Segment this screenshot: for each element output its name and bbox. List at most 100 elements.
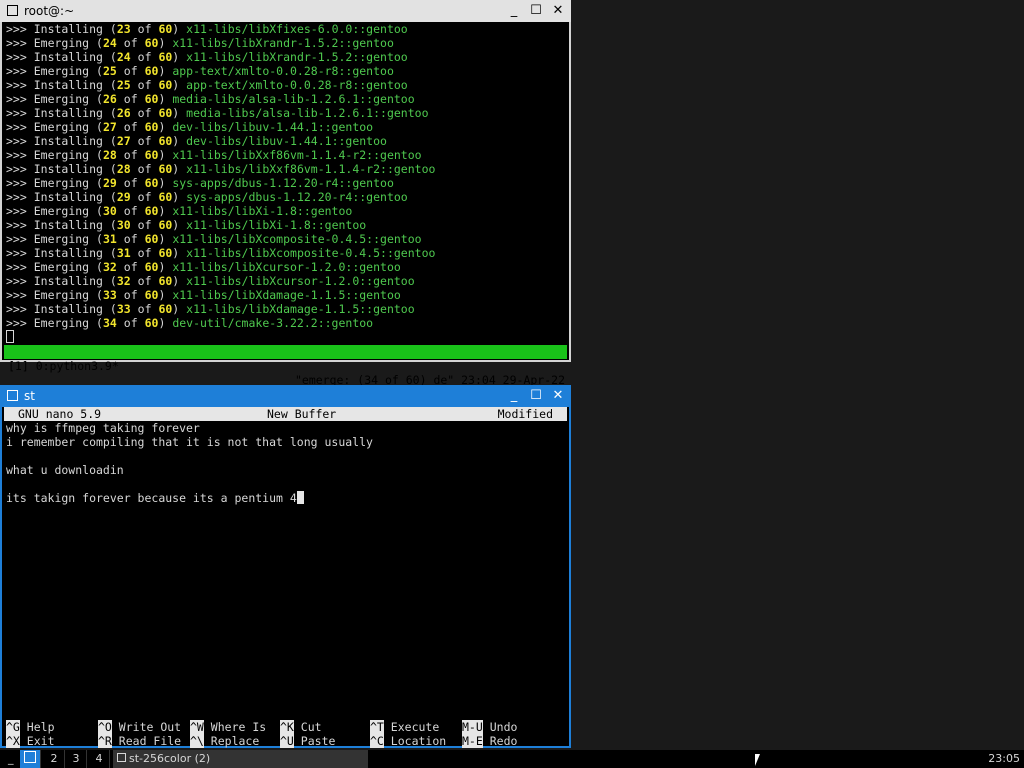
nano-shortcut[interactable]: ^U Paste [280,734,335,748]
log-open: ( [96,232,103,246]
emerge-log-line: >>> Installing (31 of 60) x11-libs/libXc… [6,246,567,260]
log-action: Emerging [33,120,90,134]
clock: 23:05 [988,752,1020,765]
terminal-window-root[interactable]: root@:~ _ ☐ ✕ >>> Installing (23 of 60) … [0,0,571,387]
shortcut-label: Redo [489,734,518,748]
log-of: of [137,274,152,288]
close-icon[interactable]: ✕ [549,0,567,22]
log-n1: 25 [116,78,131,92]
log-pkg: media-libs/alsa-lib-1.2.6.1::gentoo [172,92,415,106]
log-close: ) [172,246,180,260]
log-open: ( [96,260,103,274]
log-pkg: x11-libs/libXdamage-1.1.5::gentoo [172,288,401,302]
log-prompt: >>> [6,78,27,92]
nano-shortcut[interactable]: ^W Where Is [190,720,266,734]
log-prompt: >>> [6,120,27,134]
log-n2: 60 [158,246,173,260]
workspace-1-icon[interactable] [20,750,41,768]
nano-shortcut[interactable]: ^K Cut [280,720,322,734]
log-pkg: dev-util/cmake-3.22.2::gentoo [172,316,374,330]
emerge-log-line: >>> Emerging (32 of 60) x11-libs/libXcur… [6,260,567,274]
log-n1: 24 [116,50,131,64]
window-titlebar[interactable]: st _ ☐ ✕ [0,385,571,407]
maximize-icon[interactable]: ☐ [527,385,545,407]
log-n2: 60 [158,78,173,92]
window-icon[interactable] [7,5,18,16]
log-close: ) [158,204,166,218]
workspace-2[interactable]: 2 [44,750,65,768]
log-n1: 32 [116,274,131,288]
log-n2: 60 [158,22,173,36]
log-open: ( [109,246,117,260]
log-close: ) [172,134,180,148]
log-of: of [137,78,152,92]
workspace-4[interactable]: 4 [89,750,110,768]
nano-line-text: i remember compiling that it is not that… [6,435,373,449]
log-pkg: x11-libs/libXcomposite-0.4.5::gentoo [186,246,436,260]
nano-shortcut[interactable]: ^X Exit [6,734,55,748]
terminal-window-st[interactable]: st _ ☐ ✕ GNU nano 5.9 New Buffer Modifie… [0,385,571,748]
minimize-icon[interactable]: _ [505,385,523,407]
nano-shortcut[interactable]: ^G Help [6,720,55,734]
log-of: of [123,288,138,302]
nano-shortcut[interactable]: ^\ Replace [190,734,259,748]
log-pkg: x11-libs/libXcursor-1.2.0::gentoo [172,260,401,274]
log-pkg: app-text/xmlto-0.0.28-r8::gentoo [186,78,408,92]
log-n2: 60 [144,316,159,330]
shortcut-key: ^C [370,734,384,748]
window-title: st [24,389,35,403]
window-titlebar[interactable]: root@:~ _ ☐ ✕ [0,0,571,22]
window-icon[interactable] [7,390,18,401]
emerge-log-line: >>> Emerging (29 of 60) sys-apps/dbus-1.… [6,176,567,190]
log-close: ) [158,36,166,50]
nano-modified-flag: Modified [497,407,553,421]
minimize-icon[interactable]: _ [505,0,523,22]
shortcut-label: Exit [26,734,55,748]
terminal-output[interactable]: >>> Installing (23 of 60) x11-libs/libXf… [6,22,567,360]
nano-shortcut[interactable]: ^O Write Out [98,720,181,734]
close-icon[interactable]: ✕ [549,385,567,407]
log-prompt: >>> [6,246,27,260]
shortcut-key: ^K [280,720,294,734]
taskbar-task-st[interactable]: st-256color (2) [113,750,368,768]
log-open: ( [109,190,117,204]
emerge-log-line: >>> Emerging (25 of 60) app-text/xmlto-0… [6,64,567,78]
nano-shortcut[interactable]: M-U Undo [462,720,517,734]
nano-shortcut[interactable]: M-E Redo [462,734,517,748]
emerge-log-line: >>> Installing (33 of 60) x11-libs/libXd… [6,302,567,316]
nano-shortcut[interactable]: ^T Execute [370,720,439,734]
shortcut-key: ^T [370,720,384,734]
taskbar-menu-icon[interactable]: _ [8,750,18,768]
log-action: Emerging [33,92,90,106]
taskbar: _ 2 3 4 st-256color (2) 23:05 [0,750,1024,768]
log-prompt: >>> [6,190,27,204]
shortcut-key: ^X [6,734,20,748]
log-n1: 29 [102,176,117,190]
nano-line-text: why is ffmpeg taking forever [6,421,200,435]
log-pkg: x11-libs/libXcursor-1.2.0::gentoo [186,274,415,288]
log-n1: 31 [116,246,131,260]
log-close: ) [172,106,180,120]
nano-header: GNU nano 5.9 New Buffer Modified [4,407,567,421]
nano-shortcut[interactable]: ^C Location [370,734,446,748]
nano-editor-text[interactable]: why is ffmpeg taking forever i remember c… [6,421,567,505]
log-n1: 27 [102,120,117,134]
log-action: Emerging [33,176,90,190]
log-of: of [123,316,138,330]
shortcut-key: ^R [98,734,112,748]
workspace-3[interactable]: 3 [66,750,87,768]
shortcut-key: ^\ [190,734,204,748]
tmux-window-list[interactable]: [1] 0:python3.9* [8,359,119,373]
log-close: ) [158,148,166,162]
log-n2: 60 [158,274,173,288]
shortcut-key: ^W [190,720,204,734]
log-close: ) [172,78,180,92]
log-n2: 60 [144,120,159,134]
log-of: of [137,134,152,148]
maximize-icon[interactable]: ☐ [527,0,545,22]
log-of: of [123,232,138,246]
log-pkg: media-libs/alsa-lib-1.2.6.1::gentoo [186,106,429,120]
log-of: of [137,302,152,316]
nano-text-line: what u downloadin [6,463,567,477]
nano-shortcut[interactable]: ^R Read File [98,734,181,748]
